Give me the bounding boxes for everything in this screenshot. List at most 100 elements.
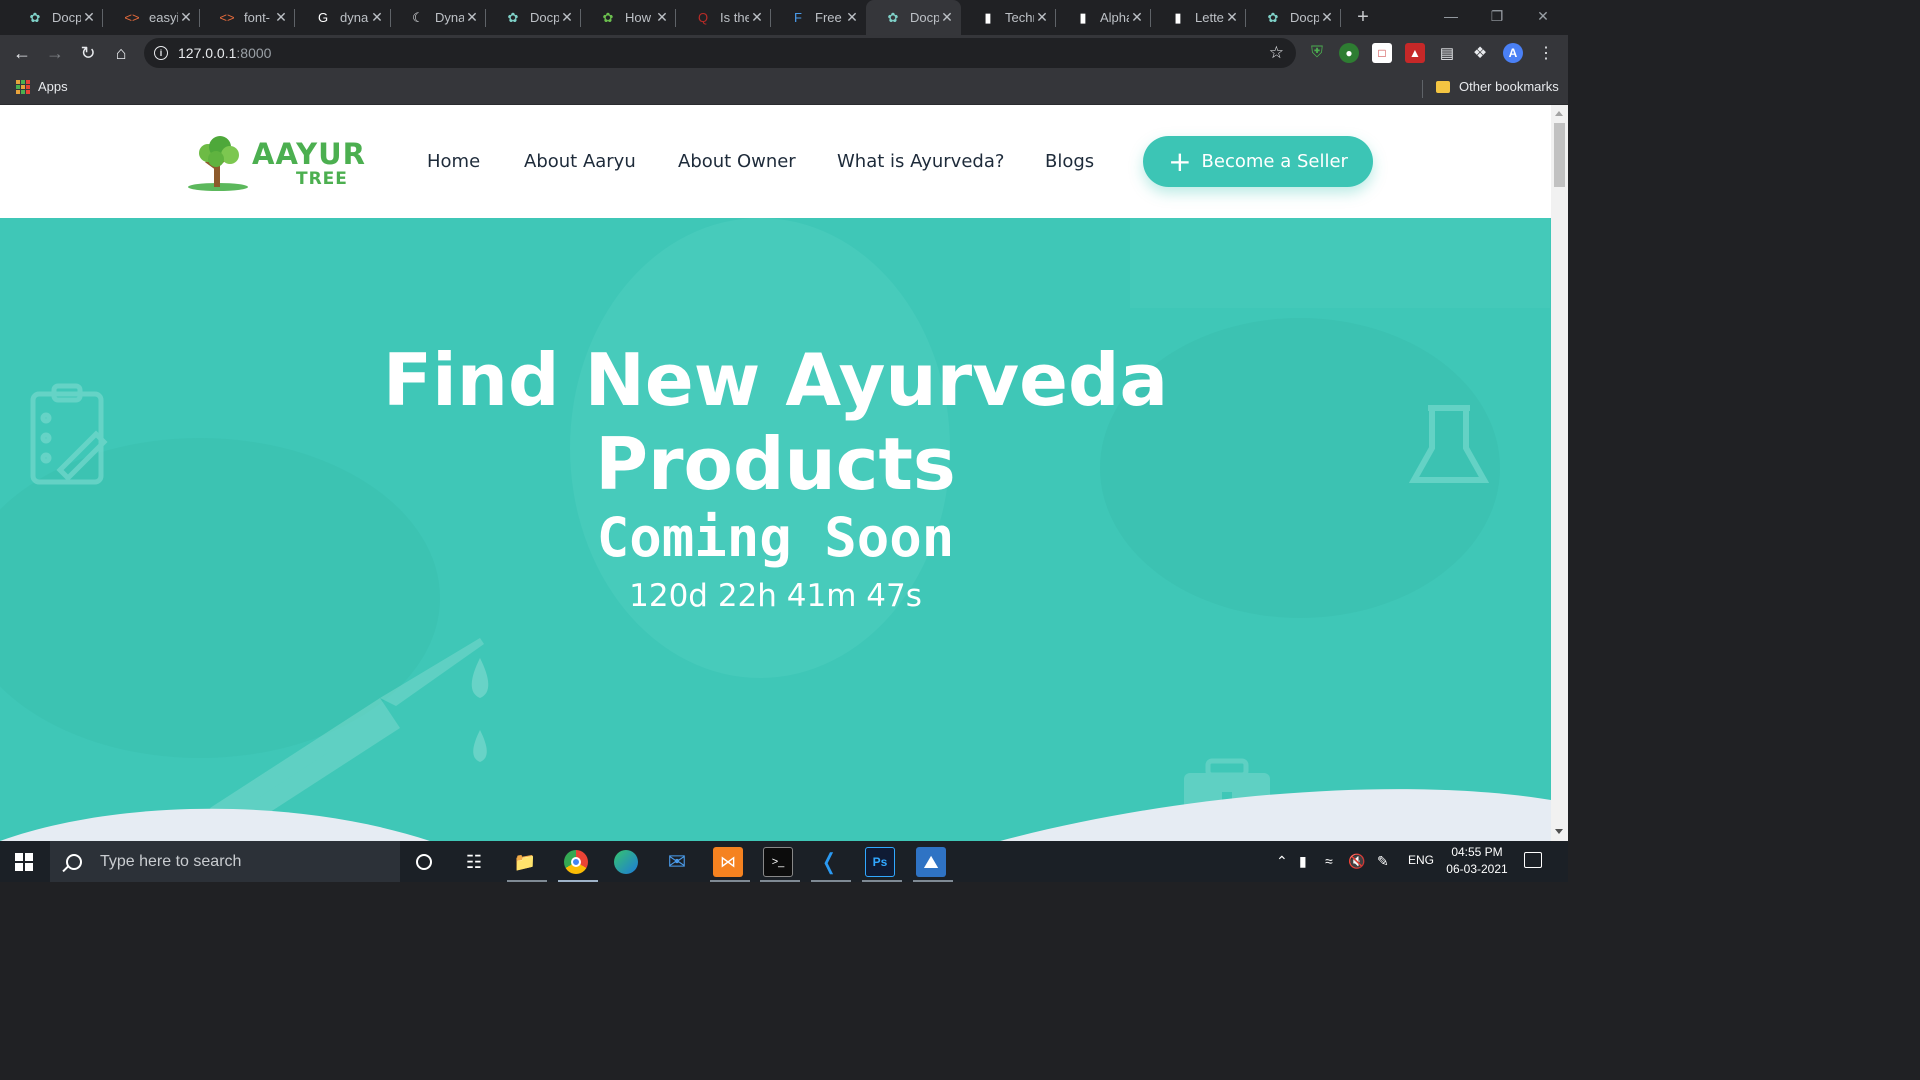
- browser-tab[interactable]: ✿ Docp ✕: [866, 0, 961, 35]
- file-explorer-icon[interactable]: 📁: [510, 847, 540, 877]
- nav-blogs[interactable]: Blogs: [1045, 151, 1094, 172]
- battery-icon[interactable]: ▮: [1299, 853, 1307, 870]
- bookmark-star-icon[interactable]: ☆: [1269, 43, 1284, 63]
- browser-tab[interactable]: <> font- ✕: [200, 0, 295, 35]
- nav-what-is-ayurveda[interactable]: What is Ayurveda?: [837, 151, 1004, 172]
- minimize-button[interactable]: —: [1428, 0, 1474, 32]
- close-tab-icon[interactable]: ✕: [1129, 9, 1145, 26]
- profile-avatar-icon[interactable]: A: [1503, 43, 1523, 63]
- pocket-extension-icon[interactable]: □: [1372, 43, 1392, 63]
- reload-icon[interactable]: ↻: [74, 39, 102, 67]
- language-indicator[interactable]: ENG: [1408, 853, 1434, 867]
- close-tab-icon[interactable]: ✕: [178, 9, 194, 26]
- countdown-timer: 120d 22h 41m 47s: [629, 578, 922, 614]
- scroll-up-arrow-icon[interactable]: [1555, 111, 1563, 116]
- close-tab-icon[interactable]: ✕: [1224, 9, 1240, 26]
- close-tab-icon[interactable]: ✕: [844, 9, 860, 26]
- logo-text-primary: AAYUR: [252, 137, 366, 171]
- close-tab-icon[interactable]: ✕: [369, 9, 385, 26]
- cortana-icon[interactable]: [409, 847, 439, 877]
- scroll-thumb[interactable]: [1554, 123, 1565, 187]
- close-tab-icon[interactable]: ✕: [939, 9, 955, 26]
- become-seller-label: Become a Seller: [1201, 151, 1348, 172]
- close-tab-icon[interactable]: ✕: [1034, 9, 1050, 26]
- close-tab-icon[interactable]: ✕: [273, 9, 289, 26]
- vscode-icon[interactable]: ❬: [814, 847, 844, 877]
- mail-icon[interactable]: ✉: [662, 847, 692, 877]
- browser-tab[interactable]: ▮ Alpha✕: [1056, 0, 1151, 35]
- other-bookmarks[interactable]: Other bookmarks: [1436, 79, 1559, 94]
- taskbar-search[interactable]: Type here to search: [50, 841, 400, 882]
- address-bar[interactable]: i 127.0.0.1:8000 ☆: [144, 38, 1296, 68]
- site-logo[interactable]: AAYUR TREE: [188, 135, 365, 191]
- hero-title-line1: Find New Ayurveda: [382, 338, 1169, 422]
- browser-tab[interactable]: ☾ Dyna ✕: [391, 0, 486, 35]
- apps-shortcut[interactable]: Apps: [16, 79, 68, 94]
- tab-separator: [294, 9, 295, 27]
- become-seller-button[interactable]: + Become a Seller: [1143, 136, 1373, 187]
- task-view-icon[interactable]: ☷: [459, 847, 489, 877]
- google-translate-extension-icon[interactable]: ●: [1339, 43, 1359, 63]
- bracket-icon: ▮: [1079, 9, 1087, 25]
- tab-title: Docp: [910, 10, 939, 25]
- docpad-icon: ✿: [29, 9, 41, 25]
- browser-tab[interactable]: ✿ Docp ✕: [1246, 0, 1341, 35]
- xampp-icon[interactable]: ⋈: [713, 847, 743, 877]
- show-hidden-icons-chevron-icon[interactable]: ⌃: [1276, 853, 1288, 870]
- new-tab-button[interactable]: +: [1350, 4, 1376, 30]
- nav-about-aaryu[interactable]: About Aaryu: [524, 151, 636, 172]
- close-window-button[interactable]: ✕: [1520, 0, 1566, 32]
- nav-about-owner[interactable]: About Owner: [678, 151, 796, 172]
- search-placeholder: Type here to search: [100, 852, 242, 870]
- browser-tab[interactable]: ▮ Lette ✕: [1151, 0, 1246, 35]
- close-tab-icon[interactable]: ✕: [1319, 9, 1335, 26]
- restore-button[interactable]: ❐: [1474, 0, 1520, 32]
- action-center-icon[interactable]: [1524, 852, 1542, 868]
- browser-tab[interactable]: <> easyi ✕: [105, 0, 200, 35]
- extensions-puzzle-icon[interactable]: ❖: [1470, 43, 1490, 63]
- home-icon[interactable]: ⌂: [107, 39, 135, 67]
- running-indicator: [760, 880, 800, 882]
- browser-tab[interactable]: ✿ How ✕: [581, 0, 676, 35]
- chrome-icon[interactable]: [561, 847, 591, 877]
- start-button[interactable]: [0, 841, 48, 882]
- bookmarks-separator: [1422, 80, 1423, 98]
- tab-title: Alpha: [1100, 10, 1129, 25]
- site-info-icon[interactable]: i: [154, 46, 168, 60]
- close-tab-icon[interactable]: ✕: [654, 9, 670, 26]
- scroll-down-arrow-icon[interactable]: [1555, 829, 1563, 834]
- photos-icon[interactable]: ⛰: [916, 847, 946, 877]
- coming-soon-text: Coming Soon: [596, 506, 955, 569]
- printer-extension-icon[interactable]: ▤: [1437, 43, 1457, 63]
- browser-tab[interactable]: ✿ Docp ✕: [486, 0, 581, 35]
- tab-title: Is the: [720, 10, 749, 25]
- browser-tab[interactable]: Gdyna ✕: [296, 0, 391, 35]
- close-tab-icon[interactable]: ✕: [464, 9, 480, 26]
- tab-title: easyi: [149, 10, 178, 25]
- close-tab-icon[interactable]: ✕: [559, 9, 575, 26]
- back-icon[interactable]: ←: [8, 39, 36, 67]
- browser-tab[interactable]: ✿ Docp ✕: [8, 0, 103, 35]
- apps-grid-icon: [16, 79, 30, 94]
- close-tab-icon[interactable]: ✕: [749, 9, 765, 26]
- running-indicator: [811, 880, 851, 882]
- nav-home[interactable]: Home: [427, 151, 480, 172]
- browser-tab[interactable]: F Free ✕: [771, 0, 866, 35]
- bracket-icon: ▮: [1174, 9, 1182, 25]
- forward-icon[interactable]: →: [41, 39, 69, 67]
- pdf-extension-icon[interactable]: ▲: [1405, 43, 1425, 63]
- w3-icon: ✿: [602, 9, 614, 25]
- browser-tab[interactable]: ▮ Techr ✕: [961, 0, 1056, 35]
- pen-icon[interactable]: ✎: [1377, 853, 1389, 870]
- wifi-icon[interactable]: ≈: [1325, 853, 1333, 869]
- page-scrollbar[interactable]: [1551, 105, 1568, 841]
- system-clock[interactable]: 04:55 PM 06-03-2021: [1440, 844, 1514, 878]
- edge-icon[interactable]: [611, 847, 641, 877]
- close-tab-icon[interactable]: ✕: [81, 9, 97, 26]
- shield-extension-icon[interactable]: ⛨: [1307, 43, 1327, 63]
- terminal-icon[interactable]: >_: [763, 847, 793, 877]
- volume-muted-icon[interactable]: 🔇: [1348, 853, 1365, 870]
- browser-tab[interactable]: Q Is the ✕: [676, 0, 771, 35]
- menu-kebab-icon[interactable]: ⋮: [1536, 43, 1556, 63]
- photoshop-icon[interactable]: Ps: [865, 847, 895, 877]
